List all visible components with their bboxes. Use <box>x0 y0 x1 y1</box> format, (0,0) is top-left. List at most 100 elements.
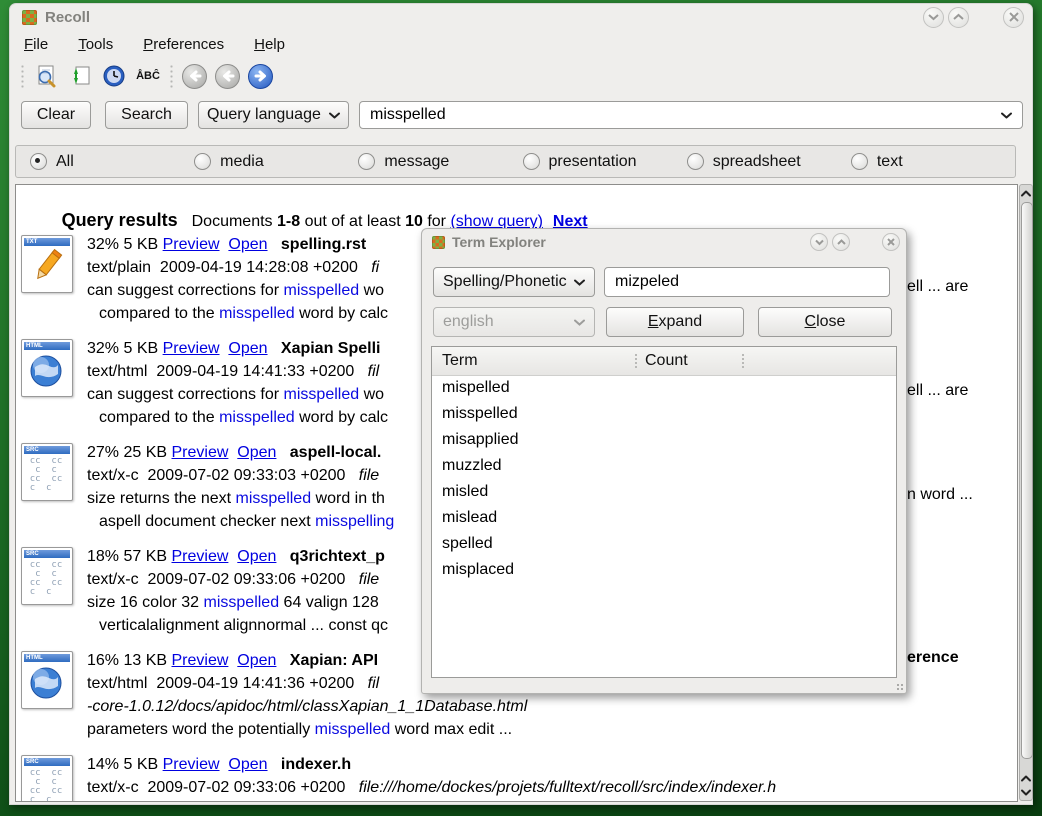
search-bar: Clear Search Query language misspelled <box>10 99 1032 131</box>
expand-button[interactable]: Expand <box>606 307 744 337</box>
highlighted-term: misspelled <box>204 594 280 611</box>
minimize-icon[interactable] <box>923 7 944 28</box>
minimize-icon[interactable] <box>810 233 828 251</box>
term-row[interactable]: misspelled <box>432 401 896 427</box>
radio-icon[interactable] <box>194 153 211 170</box>
recoll-app-icon <box>22 10 37 25</box>
html-file-icon[interactable]: HTML <box>21 339 73 397</box>
expansion-mode-select[interactable]: Spelling/Phonetic <box>433 267 595 297</box>
preview-link[interactable]: Preview <box>163 340 220 357</box>
scroll-up-icon[interactable] <box>1020 186 1032 200</box>
column-header-term[interactable]: Term <box>442 347 478 375</box>
radio-icon[interactable] <box>523 153 540 170</box>
sort-parameters-icon[interactable] <box>66 62 94 90</box>
result-text: text/x-c 2009-07-02 09:33:06 +0200 <box>87 779 359 796</box>
txt-file-icon[interactable]: TXT <box>21 235 73 293</box>
open-link[interactable]: Open <box>228 756 267 773</box>
close-button[interactable]: Close <box>758 307 892 337</box>
open-link[interactable]: Open <box>228 340 267 357</box>
query-language-select[interactable]: Query language <box>198 101 349 129</box>
term-input[interactable]: mizpeled <box>604 267 890 297</box>
result-text: -core-1.0.12/docs/apidoc/html/classXapia… <box>87 698 527 715</box>
scroll-down-icon[interactable] <box>1020 785 1032 799</box>
term-row[interactable]: misled <box>432 479 896 505</box>
result-text: size returns the next <box>87 490 236 507</box>
result-title: q3richtext_p <box>290 548 385 565</box>
open-link[interactable]: Open <box>228 236 267 253</box>
preview-link[interactable]: Preview <box>172 444 229 461</box>
category-radio-all[interactable]: All <box>30 153 194 171</box>
category-radio-spreadsheet[interactable]: spreadsheet <box>687 153 851 171</box>
dialog-titlebar[interactable]: Term Explorer <box>422 229 906 255</box>
result-text: parameters word the potentially <box>87 721 315 738</box>
column-resize-handle[interactable] <box>742 354 744 368</box>
close-icon[interactable] <box>1003 7 1024 28</box>
result-text: file:///home/dockes/projets/fulltext/rec… <box>359 779 776 796</box>
language-value: english <box>443 313 494 331</box>
term-row[interactable]: misplaced <box>432 557 896 583</box>
menu-tools[interactable]: Tools <box>78 36 113 53</box>
open-link[interactable]: Open <box>237 548 276 565</box>
column-resize-handle[interactable] <box>635 354 637 368</box>
term-row[interactable]: muzzled <box>432 453 896 479</box>
result-text <box>228 548 237 565</box>
history-clock-icon[interactable] <box>100 62 128 90</box>
menu-preferences[interactable]: Preferences <box>143 36 224 53</box>
src-file-icon[interactable]: SRCcc cc c c cc cc c c <box>21 755 73 802</box>
radio-icon[interactable] <box>687 153 704 170</box>
radio-icon[interactable] <box>851 153 868 170</box>
toolbar-handle[interactable] <box>169 64 174 88</box>
maximize-icon[interactable] <box>948 7 969 28</box>
result-text: text/plain 2009-04-19 14:28:08 +0200 <box>87 259 371 276</box>
term-explorer-spell-icon[interactable]: ÅBĈ <box>134 62 162 90</box>
result-text: 16% 13 KB <box>87 652 172 669</box>
html-file-icon[interactable]: HTML <box>21 651 73 709</box>
result-text: can suggest corrections for <box>87 282 284 299</box>
open-link[interactable]: Open <box>237 652 276 669</box>
result-text: text/x-c 2009-07-02 09:33:03 +0200 <box>87 467 359 484</box>
preview-link[interactable]: Preview <box>163 236 220 253</box>
vertical-scrollbar[interactable] <box>1019 184 1033 801</box>
category-radio-message[interactable]: message <box>358 153 522 171</box>
preview-link[interactable]: Preview <box>163 756 220 773</box>
maximize-icon[interactable] <box>832 233 850 251</box>
result-text: verticalalignment alignnormal ... const … <box>99 617 388 634</box>
term-row[interactable]: mislead <box>432 505 896 531</box>
src-file-icon[interactable]: SRCcc cc c c cc cc c c <box>21 547 73 605</box>
menu-help[interactable]: Help <box>254 36 285 53</box>
term-row[interactable]: mispelled <box>432 375 896 401</box>
toolbar-handle[interactable] <box>20 64 25 88</box>
radio-icon[interactable] <box>358 153 375 170</box>
search-button[interactable]: Search <box>105 101 188 129</box>
menu-file[interactable]: File <box>24 36 48 53</box>
preview-link[interactable]: Preview <box>172 652 229 669</box>
scroll-up-icon[interactable] <box>1020 771 1032 785</box>
term-row[interactable]: misapplied <box>432 427 896 453</box>
result-text: wo <box>359 386 384 403</box>
open-link[interactable]: Open <box>237 444 276 461</box>
chevron-down-icon <box>574 319 585 326</box>
result-text <box>228 444 237 461</box>
result-line: -core-1.0.12/docs/apidoc/html/classXapia… <box>87 695 1006 718</box>
radio-icon[interactable] <box>30 153 47 170</box>
src-file-icon[interactable]: SRCcc cc c c cc cc c c <box>21 443 73 501</box>
first-page-icon[interactable] <box>182 64 207 89</box>
show-query-details-icon[interactable] <box>32 62 60 90</box>
category-radio-text[interactable]: text <box>851 153 1015 171</box>
next-page-icon[interactable] <box>248 64 273 89</box>
previous-page-icon[interactable] <box>215 64 240 89</box>
category-radio-media[interactable]: media <box>194 153 358 171</box>
category-radio-presentation[interactable]: presentation <box>523 153 687 171</box>
result-title: Xapian: API <box>290 652 383 669</box>
resize-grip[interactable] <box>896 683 904 691</box>
close-icon[interactable] <box>882 233 900 251</box>
term-row[interactable]: spelled <box>432 531 896 557</box>
preview-link[interactable]: Preview <box>172 548 229 565</box>
search-input[interactable]: misspelled <box>359 101 1023 129</box>
scrollbar-thumb[interactable] <box>1021 202 1033 759</box>
clear-button[interactable]: Clear <box>21 101 91 129</box>
titlebar[interactable]: Recoll <box>10 4 1032 30</box>
file-glyph: cc cc c c cc cc c c <box>22 765 70 802</box>
column-header-count[interactable]: Count <box>645 347 688 375</box>
result-text <box>276 548 289 565</box>
